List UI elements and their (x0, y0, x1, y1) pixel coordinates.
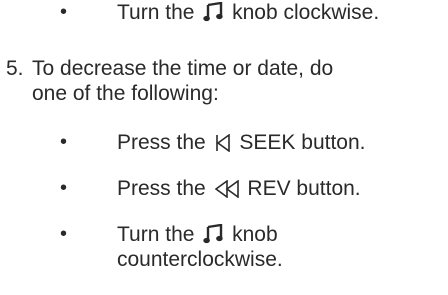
bullet-marker: • (60, 223, 68, 245)
bullet-text-after: REV button. (247, 177, 361, 200)
step-number: 5. (6, 57, 24, 80)
bullet-marker: • (60, 131, 68, 153)
seek-back-icon (215, 134, 231, 152)
bullet-text-before: Turn the (117, 1, 195, 24)
rewind-icon (214, 180, 239, 198)
bullet-item-rev: Press the REV button. (117, 176, 361, 201)
bullet-text-after: SEEK button. (239, 131, 366, 154)
music-note-icon (203, 2, 223, 22)
bullet-item-continuation: counterclockwise. (117, 248, 283, 271)
manual-page: • Turn the knob clockwise. 5. To decreas… (0, 0, 448, 295)
bullet-text-before: Press the (117, 131, 206, 154)
bullet-item-knob-clockwise: Turn the knob clockwise. (117, 0, 379, 25)
bullet-text-before: Turn the (117, 223, 195, 246)
bullet-marker: • (60, 177, 68, 199)
step-text-line-2: one of the following: (32, 82, 219, 105)
bullet-text-after: knob clockwise. (232, 1, 380, 24)
bullet-text-after: knob (232, 223, 278, 246)
step-text-line-1: To decrease the time or date, do (32, 57, 334, 80)
bullet-marker: • (60, 1, 68, 23)
bullet-item-seek: Press the SEEK button. (117, 130, 366, 155)
bullet-text-before: Press the (117, 177, 206, 200)
bullet-item-knob-counterclockwise: Turn the knob (117, 222, 278, 247)
music-note-icon (203, 224, 223, 244)
